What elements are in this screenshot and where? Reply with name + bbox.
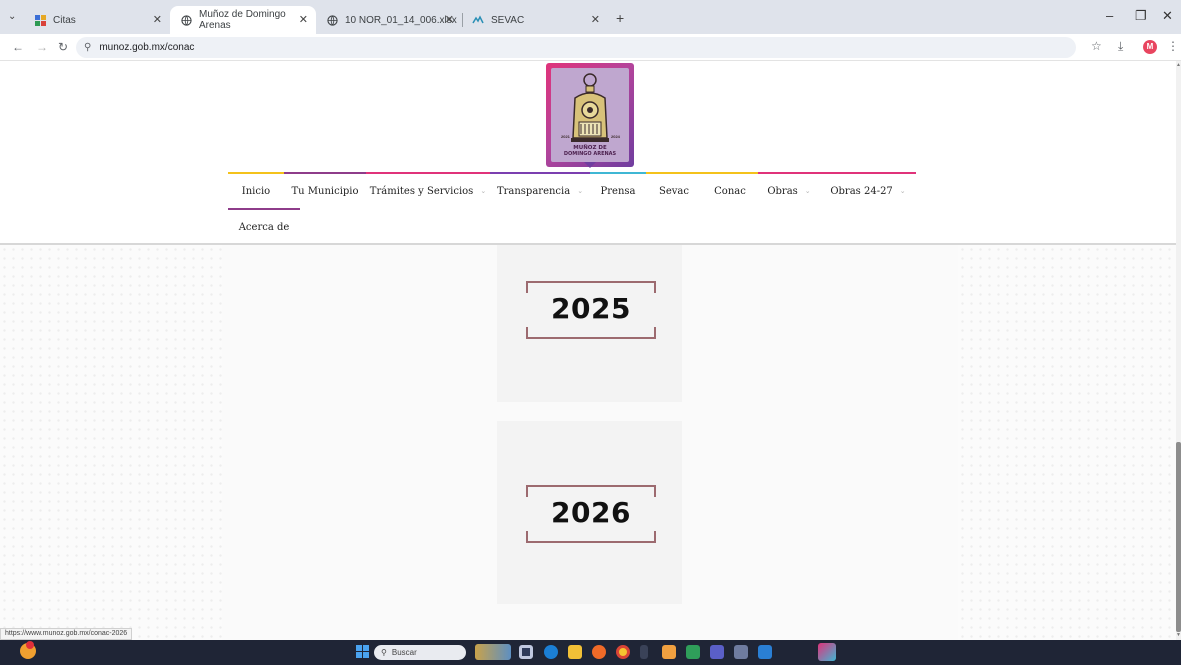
nav-item-prensa[interactable]: Prensa <box>590 172 646 208</box>
nav-label: Prensa <box>600 185 636 197</box>
menu-kebab-icon[interactable]: ⋮ <box>1167 39 1179 53</box>
back-icon[interactable]: ← <box>12 40 24 54</box>
tab-xlsx[interactable]: 10 NOR_01_14_006.xlsx ✕ <box>316 6 463 34</box>
link-status-url: https://www.munoz.gob.mx/conac-2026 <box>0 628 133 640</box>
app-icon[interactable] <box>818 643 836 661</box>
right-pattern-background <box>958 245 1176 640</box>
site-info-icon[interactable]: ⚲ <box>84 42 91 53</box>
url-bar[interactable]: ⚲ munoz.gob.mx/conac <box>76 37 1076 58</box>
nav-label: Sevac <box>659 185 689 197</box>
grid-apps-icon <box>34 14 46 26</box>
nav-label: Conac <box>714 185 746 197</box>
chevron-down-icon: ⌄ <box>804 187 811 195</box>
people-icon[interactable] <box>662 645 676 659</box>
municipality-logo[interactable]: 2021 2024 MUÑOZ DE DOMINGO ARENAS <box>546 63 634 167</box>
bookmark-star-icon[interactable]: ☆ <box>1091 39 1102 53</box>
close-tab-icon[interactable]: ✕ <box>445 13 454 26</box>
minimize-icon[interactable]: – <box>1106 8 1113 23</box>
taskbar-search-placeholder: Buscar <box>391 648 417 657</box>
logo-panel: 2021 2024 MUÑOZ DE DOMINGO ARENAS <box>551 68 629 162</box>
year-label: 2026 <box>551 496 631 529</box>
frame-bottom-bracket <box>526 327 656 339</box>
nav-label: Inicio <box>241 185 271 197</box>
calculator-icon[interactable] <box>734 645 748 659</box>
close-tab-icon[interactable]: ✕ <box>591 13 600 26</box>
tab-munoz-active[interactable]: Muñoz de Domingo Arenas ✕ <box>170 6 316 34</box>
year-frame: 2025 <box>526 281 656 339</box>
reload-icon[interactable]: ↻ <box>58 40 68 54</box>
close-window-icon[interactable]: ✕ <box>1162 8 1173 24</box>
notification-badge <box>26 641 34 649</box>
new-tab-icon[interactable]: + <box>616 10 624 26</box>
year-label: 2025 <box>551 292 631 325</box>
restore-icon[interactable]: ❐ <box>1135 8 1147 24</box>
nav-label: Obras <box>767 185 798 197</box>
download-icon[interactable]: ⤓ <box>1118 39 1123 54</box>
scroll-up-icon[interactable]: ▲ <box>1176 62 1181 68</box>
logo-name-line2: DOMINGO ARENAS <box>563 151 617 157</box>
scroll-down-icon[interactable]: ▼ <box>1176 632 1181 638</box>
year-card-2025[interactable]: 2025 <box>497 245 682 402</box>
frame-bottom-bracket <box>526 531 656 543</box>
start-button[interactable] <box>356 645 369 658</box>
globe-icon <box>180 14 192 26</box>
chevron-down-icon: ⌄ <box>480 187 487 195</box>
sevac-icon <box>472 14 484 26</box>
nav-item-obras[interactable]: Obras ⌄ <box>758 172 820 208</box>
close-tab-icon[interactable]: ✕ <box>153 13 162 26</box>
year-card-2026[interactable]: 2026 <box>497 421 682 604</box>
taskbar-divider <box>640 645 648 659</box>
tab-title: Citas <box>53 14 76 26</box>
edge-icon[interactable] <box>544 645 558 659</box>
tab-citas[interactable]: Citas ✕ <box>24 6 170 34</box>
page-scrollbar-thumb[interactable] <box>1176 442 1181 632</box>
nav-item-obras-24-27[interactable]: Obras 24-27 ⌄ <box>820 172 916 208</box>
profile-avatar[interactable]: M <box>1143 40 1157 54</box>
forward-icon[interactable]: → <box>36 40 48 54</box>
excel-icon[interactable] <box>686 645 700 659</box>
left-pattern-background <box>0 245 222 640</box>
logo-year-left: 2021 <box>561 134 570 139</box>
nav-label: Transparencia <box>496 185 571 197</box>
nav-item-transparencia[interactable]: Transparencia ⌄ <box>490 172 590 208</box>
logo-pointer <box>584 162 596 168</box>
browser-tab-bar: ⌄ Citas ✕ Muñoz de Domingo Arenas ✕ 10 N… <box>0 0 1181 34</box>
nav-item-inicio[interactable]: Inicio <box>228 172 284 208</box>
file-explorer-icon[interactable] <box>568 645 582 659</box>
search-icon: ⚲ <box>381 648 387 657</box>
nav-item-sevac[interactable]: Sevac <box>646 172 702 208</box>
windows-taskbar: ⚲ Buscar <box>0 640 1181 665</box>
nav-label: Acerca de <box>238 221 290 233</box>
chevron-down-icon: ⌄ <box>899 187 906 195</box>
firefox-icon[interactable] <box>592 645 606 659</box>
tab-title: SEVAC <box>491 14 525 26</box>
nav-label: Obras 24-27 <box>830 185 893 197</box>
nav-item-conac[interactable]: Conac <box>702 172 758 208</box>
teams-icon[interactable] <box>710 645 724 659</box>
site-header: 2021 2024 MUÑOZ DE DOMINGO ARENAS Inicio… <box>0 61 1176 245</box>
globe-icon <box>326 14 338 26</box>
tab-title: 10 NOR_01_14_006.xlsx <box>345 14 457 26</box>
tab-sevac[interactable]: SEVAC ✕ <box>462 6 608 34</box>
nav-label: Trámites y Servicios <box>369 185 474 197</box>
tab-search-chevron-icon[interactable]: ⌄ <box>8 11 16 22</box>
year-frame: 2026 <box>526 485 656 543</box>
url-text: munoz.gob.mx/conac <box>99 42 195 53</box>
logo-year-right: 2024 <box>611 134 620 139</box>
main-content: 2025 2026 <box>0 245 1176 640</box>
nav-label: Tu Municipio <box>291 185 359 197</box>
nav-item-tu-municipio[interactable]: Tu Municipio <box>284 172 366 208</box>
nav-item-tramites[interactable]: Trámites y Servicios ⌄ <box>366 172 490 208</box>
store-icon[interactable] <box>758 645 772 659</box>
news-widget-icon[interactable] <box>475 644 511 660</box>
chevron-down-icon: ⌄ <box>577 187 584 195</box>
taskbar-search[interactable]: ⚲ Buscar <box>374 645 466 660</box>
task-view-icon[interactable] <box>519 645 533 659</box>
close-tab-icon[interactable]: ✕ <box>299 13 308 26</box>
nav-item-acerca-de[interactable]: Acerca de <box>228 208 300 244</box>
address-toolbar: ← → ↻ ⚲ munoz.gob.mx/conac ☆ ⤓ M ⋮ <box>0 34 1181 61</box>
chrome-icon[interactable] <box>616 645 630 659</box>
